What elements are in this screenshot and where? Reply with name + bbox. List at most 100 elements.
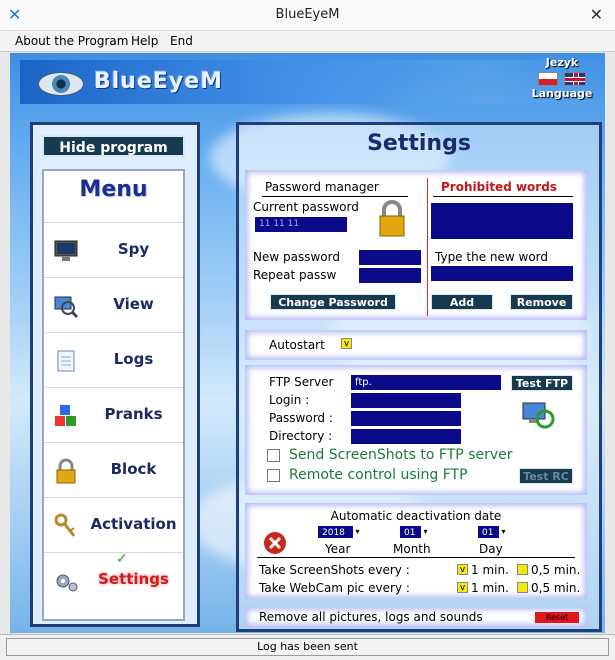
webcam-1min-checkbox[interactable]: v — [457, 582, 468, 593]
menu-bar: About the Program Help End — [0, 31, 615, 52]
remove-all-section: Remove all pictures, logs and sounds Res… — [245, 607, 587, 627]
repeat-password-label: Repeat passw — [253, 268, 337, 282]
ftp-server-label: FTP Server — [269, 375, 334, 389]
menu-end[interactable]: End — [170, 34, 193, 48]
screenshots-interval-label: Take ScreenShots every : — [259, 563, 410, 577]
new-password-label: New password — [253, 250, 340, 264]
ftp-password-field[interactable] — [351, 411, 461, 426]
menu-item-activation[interactable]: Activation — [44, 497, 183, 552]
eye-icon — [38, 72, 84, 96]
ftp-login-field[interactable] — [351, 393, 461, 408]
webcam-interval-label: Take WebCam pic every : — [259, 581, 410, 595]
menu-help[interactable]: Help — [131, 34, 158, 48]
menu-item-label: Pranks — [104, 405, 163, 423]
ftp-server-field[interactable]: ftp. — [351, 375, 501, 390]
password-section: Password manager Current password 11 11 … — [245, 170, 587, 320]
language-selector: Jezyk Language — [527, 56, 597, 100]
logo-text: BlueEyeM — [94, 69, 224, 94]
ftp-password-label: Password : — [269, 411, 333, 425]
lang-label: Language — [531, 87, 593, 100]
type-new-word-label: Type the new word — [435, 250, 548, 264]
lang-title: Jezyk — [545, 56, 579, 69]
year-select[interactable]: 2018 — [317, 525, 363, 539]
check-icon: ✓ — [116, 551, 128, 567]
menu-item-label: Activation — [90, 515, 177, 533]
autostart-checkbox[interactable]: v — [341, 338, 352, 349]
screenshots-05min-label: 0,5 min. — [531, 563, 581, 577]
padlock-icon — [56, 458, 76, 484]
repeat-password-field[interactable] — [359, 268, 421, 283]
new-word-input[interactable] — [431, 266, 573, 281]
left-panel: Hide program Menu Spy View Logs Pranks B — [30, 122, 200, 627]
remote-control-checkbox[interactable] — [267, 469, 280, 482]
screenshots-1min-label: 1 min. — [471, 563, 509, 577]
menu-item-label: Block — [110, 460, 157, 478]
autostart-section: Autostart v — [245, 330, 587, 360]
network-computer-icon — [522, 402, 555, 429]
menu-item-settings[interactable]: ✓ Settings — [44, 551, 183, 607]
menu-about[interactable]: About the Program — [15, 34, 128, 48]
reset-button[interactable]: Reset — [535, 612, 579, 623]
magnifier-icon — [54, 296, 79, 319]
test-rc-button[interactable]: Test RC — [519, 468, 573, 484]
send-screenshots-label: Send ScreenShots to FTP server — [289, 447, 513, 463]
autostart-label: Autostart — [269, 338, 325, 352]
month-select[interactable]: 01 — [399, 525, 431, 539]
deactivation-header: Automatic deactivation date — [330, 509, 502, 523]
padlock-icon — [379, 200, 405, 237]
prohibited-words-list[interactable] — [431, 203, 573, 239]
monitor-icon — [54, 240, 78, 261]
test-ftp-button[interactable]: Test FTP — [511, 375, 573, 391]
menu-box: Menu Spy View Logs Pranks Block Activati… — [42, 169, 185, 621]
day-label: Day — [479, 542, 503, 556]
english-flag-icon[interactable] — [564, 72, 586, 86]
menu-item-label: Spy — [117, 240, 150, 258]
webcam-1min-label: 1 min. — [471, 581, 509, 595]
menu-item-label: View — [113, 295, 154, 313]
hide-program-button[interactable]: Hide program — [42, 135, 185, 157]
menu-item-label: Settings — [98, 570, 169, 588]
keys-icon — [54, 513, 76, 537]
status-text: Log has been sent — [257, 640, 358, 653]
logo-banner: BlueEyeM — [20, 60, 600, 104]
menu-item-logs[interactable]: Logs — [44, 332, 183, 387]
change-password-button[interactable]: Change Password — [270, 294, 396, 310]
remove-word-button[interactable]: Remove — [510, 294, 573, 310]
window-title: BlueEyeM — [275, 7, 340, 22]
main-content: BlueEyeM Jezyk Language Hide program Men… — [10, 53, 605, 633]
cancel-icon[interactable] — [263, 531, 287, 555]
screenshots-05min-checkbox[interactable] — [517, 564, 528, 575]
remote-control-label: Remote control using FTP — [289, 467, 468, 483]
ftp-directory-field[interactable] — [351, 429, 461, 444]
current-password-label: Current password — [253, 200, 359, 214]
blocks-icon — [55, 405, 76, 426]
ftp-section: FTP Server ftp. Test FTP Login : Passwor… — [245, 365, 587, 495]
password-manager-header: Password manager — [265, 180, 379, 194]
new-password-field[interactable] — [359, 250, 421, 265]
menu-item-view[interactable]: View — [44, 277, 183, 332]
menu-title: Menu — [79, 177, 148, 202]
settings-title: Settings — [367, 131, 471, 156]
menu-item-spy[interactable]: Spy — [44, 222, 183, 277]
menu-item-block[interactable]: Block — [44, 442, 183, 497]
gears-icon — [56, 574, 78, 592]
send-screenshots-checkbox[interactable] — [267, 449, 280, 462]
close-icon[interactable]: ✕ — [590, 5, 603, 24]
year-label: Year — [325, 542, 351, 556]
month-label: Month — [393, 542, 431, 556]
webcam-05min-label: 0,5 min. — [531, 581, 581, 595]
webcam-05min-checkbox[interactable] — [517, 582, 528, 593]
add-word-button[interactable]: Add — [431, 294, 493, 310]
screenshots-1min-checkbox[interactable]: v — [457, 564, 468, 575]
menu-item-pranks[interactable]: Pranks — [44, 387, 183, 442]
polish-flag-icon[interactable] — [538, 72, 558, 86]
day-select[interactable]: 01 — [477, 525, 509, 539]
notepad-icon — [57, 350, 75, 372]
prohibited-words-header: Prohibited words — [441, 180, 557, 194]
current-password-field[interactable]: 11 11 11 — [255, 217, 347, 232]
settings-panel: Settings Password manager Current passwo… — [236, 122, 602, 632]
title-bar: ✕ BlueEyeM ✕ — [0, 0, 615, 31]
menu-item-label: Logs — [113, 350, 154, 368]
remove-all-label: Remove all pictures, logs and sounds — [259, 610, 483, 624]
status-bar: Log has been sent — [0, 634, 615, 660]
